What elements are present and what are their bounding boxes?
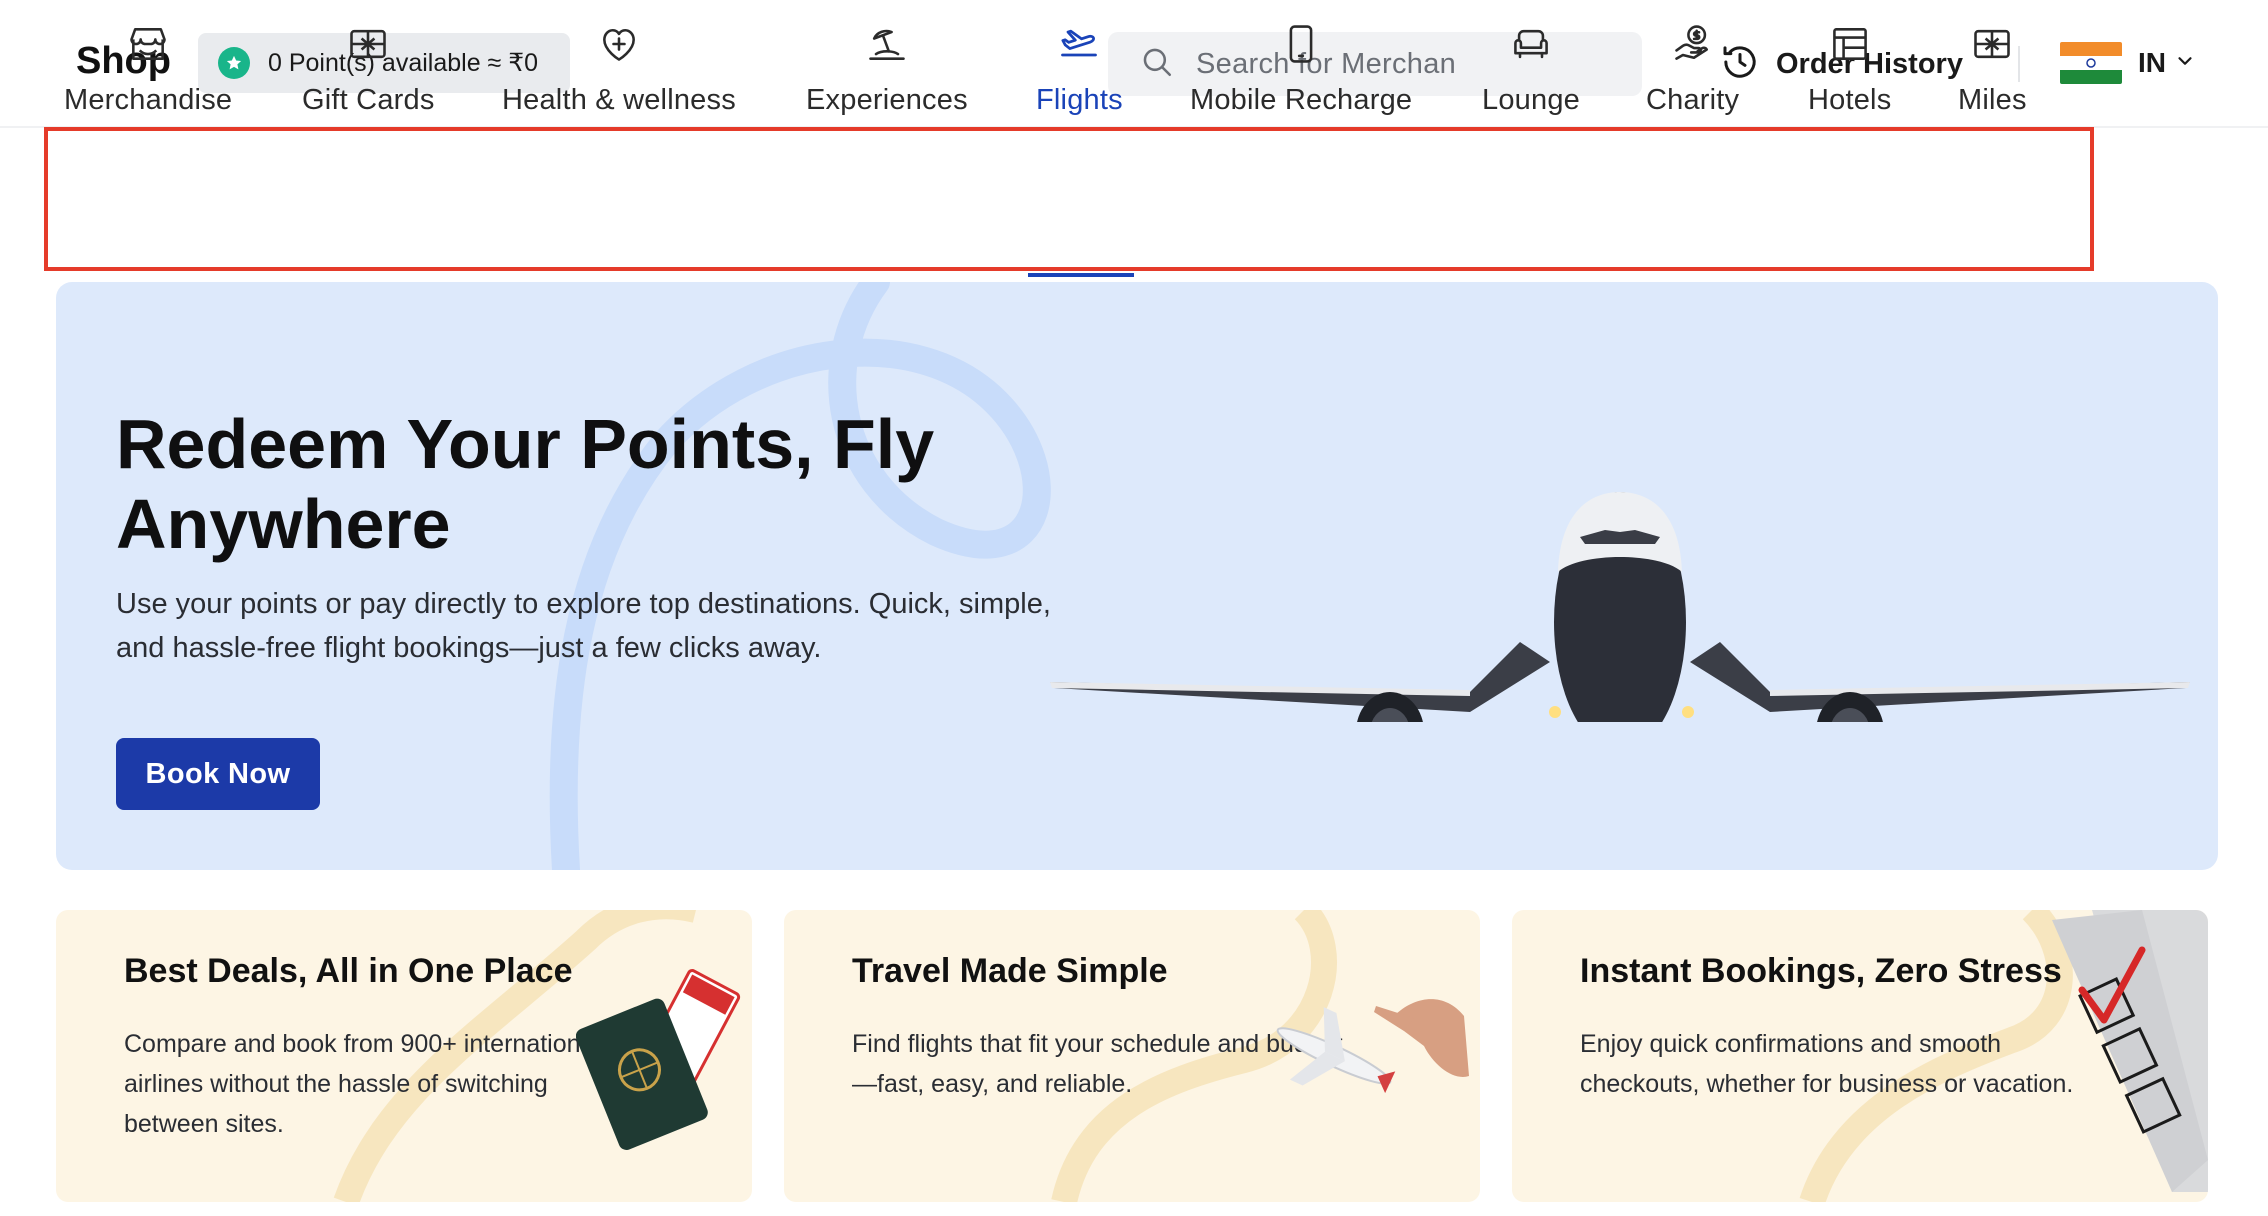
category-label: Miles bbox=[1958, 84, 2027, 116]
category-health-wellness[interactable]: Health & wellness bbox=[502, 22, 736, 117]
category-charity[interactable]: Charity bbox=[1646, 22, 1739, 117]
hero-title: Redeem Your Points, Fly Anywhere bbox=[116, 405, 935, 563]
category-label: Charity bbox=[1646, 84, 1740, 116]
category-label: Health & wellness bbox=[502, 84, 736, 116]
category-mobile-recharge[interactable]: Mobile Recharge bbox=[1190, 22, 1412, 117]
hand-plane-image bbox=[1276, 999, 1469, 1094]
category-flights[interactable]: Flights bbox=[1036, 22, 1123, 117]
hotel-icon bbox=[1832, 28, 1867, 60]
card-body: Enjoy quick confirmations and smooth che… bbox=[1580, 1030, 2074, 1098]
active-tab-indicator bbox=[1028, 273, 1134, 277]
category-label: Lounge bbox=[1482, 84, 1580, 116]
chevron-down-icon bbox=[2174, 50, 2196, 77]
beach-icon bbox=[869, 29, 905, 60]
hero-subtitle: Use your points or pay directly to explo… bbox=[116, 588, 1051, 664]
checklist-image bbox=[2052, 910, 2208, 1192]
gift-card-icon bbox=[350, 29, 387, 59]
search-icon bbox=[1140, 45, 1174, 84]
category-label: Gift Cards bbox=[302, 84, 435, 116]
plane-takeoff-icon bbox=[1061, 29, 1098, 57]
country-selector[interactable]: IN bbox=[2060, 42, 2196, 84]
category-hotels[interactable]: Hotels bbox=[1808, 22, 1891, 117]
card-body: Compare and book from 900+ international… bbox=[124, 1030, 600, 1138]
card-title: Best Deals, All in One Place bbox=[124, 952, 573, 990]
card-title: Travel Made Simple bbox=[852, 952, 1168, 990]
heart-plus-icon bbox=[603, 28, 635, 61]
category-experiences[interactable]: Experiences bbox=[806, 22, 968, 117]
india-flag-icon bbox=[2060, 42, 2122, 84]
category-nav bbox=[44, 127, 2094, 271]
category-label: Mobile Recharge bbox=[1190, 84, 1413, 116]
country-code: IN bbox=[2138, 47, 2166, 78]
category-label: Hotels bbox=[1808, 84, 1892, 116]
category-gift-cards[interactable]: Gift Cards bbox=[302, 22, 435, 117]
feature-card-best-deals: Best Deals, All in One Place Compare and… bbox=[56, 910, 752, 1202]
store-icon bbox=[130, 28, 166, 60]
miles-icon bbox=[1974, 29, 2011, 59]
donation-hand-icon bbox=[1674, 25, 1708, 60]
passport-tickets-image bbox=[576, 969, 741, 1150]
mobile-icon bbox=[1289, 25, 1313, 63]
category-lounge[interactable]: Lounge bbox=[1482, 22, 1580, 117]
category-label: Flights bbox=[1036, 84, 1123, 116]
category-label: Merchandise bbox=[64, 84, 233, 116]
airplane-image bbox=[1050, 492, 2190, 722]
feature-card-travel-simple: Travel Made Simple Find flights that fit… bbox=[784, 910, 1480, 1202]
category-merchandise[interactable]: Merchandise bbox=[64, 22, 232, 117]
category-miles[interactable]: Miles bbox=[1958, 22, 2027, 117]
feature-card-instant-bookings: Instant Bookings, Zero Stress Enjoy quic… bbox=[1512, 910, 2208, 1202]
card-title: Instant Bookings, Zero Stress bbox=[1580, 952, 2062, 990]
book-now-button[interactable]: Book Now bbox=[116, 738, 320, 810]
sofa-icon bbox=[1514, 29, 1548, 59]
hero-banner: Redeem Your Points, Fly Anywhere Use you… bbox=[56, 282, 2218, 870]
category-label: Experiences bbox=[806, 84, 968, 116]
